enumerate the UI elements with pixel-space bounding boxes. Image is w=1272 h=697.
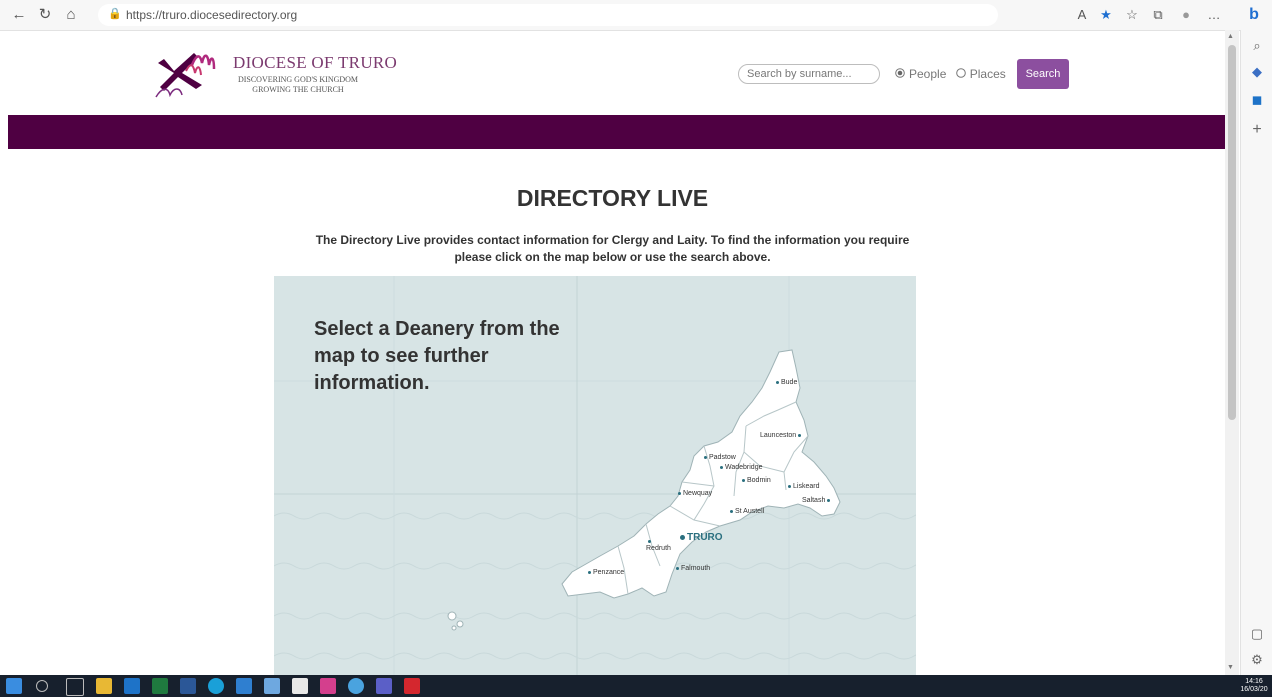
- deanery-newquay[interactable]: Newquay: [676, 490, 712, 497]
- diocese-logo-icon[interactable]: [152, 43, 222, 103]
- lock-icon: 🔒: [108, 8, 122, 20]
- sidebar-search-icon[interactable]: ⌕: [1247, 36, 1267, 56]
- outlook-app-icon[interactable]: [124, 678, 140, 694]
- url-text: https://truro.diocesedirectory.org: [126, 8, 298, 22]
- read-aloud-icon[interactable]: A: [1072, 5, 1092, 25]
- edge-icon[interactable]: [208, 678, 224, 694]
- search-type-radios: People Places: [895, 66, 1012, 82]
- deanery-bodmin[interactable]: Bodmin: [740, 477, 771, 484]
- add-sidebar-icon[interactable]: +: [1247, 120, 1267, 140]
- internet-explorer-icon[interactable]: [348, 678, 364, 694]
- people-radio-label: People: [909, 66, 947, 81]
- home-icon[interactable]: ⌂: [60, 4, 82, 26]
- panel-icon[interactable]: ▢: [1247, 624, 1267, 644]
- notepad-icon[interactable]: [292, 678, 308, 694]
- people-radio[interactable]: [895, 68, 905, 78]
- deanery-bude[interactable]: Bude: [774, 379, 797, 386]
- teams-icon[interactable]: [376, 678, 392, 694]
- bing-icon[interactable]: b: [1244, 5, 1264, 25]
- scroll-up-icon[interactable]: ▲: [1227, 33, 1234, 40]
- windows-taskbar: 14:16 16/03/20: [0, 675, 1272, 697]
- app-icon-2[interactable]: [320, 678, 336, 694]
- page-viewport: DIOCESE OF TRURO DISCOVERING GOD'S KINGD…: [0, 31, 1225, 675]
- outlook-icon[interactable]: ◼: [1247, 90, 1267, 110]
- search-icon[interactable]: [36, 680, 48, 692]
- acrobat-icon[interactable]: [404, 678, 420, 694]
- deanery-redruth[interactable]: Redruth: [646, 538, 671, 552]
- windows-start-icon[interactable]: [6, 678, 22, 694]
- page-title: DIRECTORY LIVE: [516, 185, 709, 211]
- deanery-st-austell[interactable]: St Austell: [728, 508, 764, 515]
- page-scrollbar[interactable]: ▲ ▼: [1225, 30, 1239, 675]
- logo-title[interactable]: DIOCESE OF TRURO: [233, 53, 397, 73]
- site-header: DIOCESE OF TRURO DISCOVERING GOD'S KINGD…: [0, 31, 1225, 115]
- file-explorer-icon[interactable]: [96, 678, 112, 694]
- purple-nav-band: [8, 115, 1225, 149]
- deanery-penzance[interactable]: Penzance: [586, 569, 624, 576]
- browser-toolbar: ← ↻ ⌂ 🔒 https://truro.diocesedirectory.o…: [0, 0, 1272, 31]
- scroll-down-icon[interactable]: ▼: [1227, 664, 1234, 671]
- deanery-liskeard[interactable]: Liskeard: [786, 483, 819, 490]
- collections-icon[interactable]: ⧉: [1148, 5, 1168, 25]
- intro-text: The Directory Live provides contact info…: [315, 233, 910, 264]
- word-icon[interactable]: [180, 678, 196, 694]
- store-icon[interactable]: [236, 678, 252, 694]
- edge-sidebar: ⌕ ◆ ◼ + ▢ ⚙: [1240, 30, 1272, 675]
- search-button[interactable]: Search: [1017, 59, 1069, 89]
- places-radio-label: Places: [969, 66, 1006, 81]
- deanery-wadebridge[interactable]: Wadebridge: [718, 464, 763, 471]
- logo-tagline: DISCOVERING GOD'S KINGDOM GROWING THE CH…: [237, 75, 359, 94]
- task-view-icon[interactable]: [66, 678, 84, 696]
- profile-icon[interactable]: ●: [1176, 5, 1196, 25]
- app-icon-1[interactable]: [264, 678, 280, 694]
- system-clock[interactable]: 14:16 16/03/20: [1236, 678, 1272, 694]
- deanery-map[interactable]: Select a Deanery from the map to see fur…: [274, 276, 916, 675]
- favorite-star-icon[interactable]: ★: [1096, 5, 1116, 25]
- deanery-saltash[interactable]: Saltash: [802, 497, 832, 504]
- scroll-thumb[interactable]: [1228, 45, 1236, 420]
- address-bar[interactable]: 🔒 https://truro.diocesedirectory.org: [98, 4, 998, 26]
- back-icon[interactable]: ←: [8, 4, 30, 26]
- deanery-padstow[interactable]: Padstow: [702, 454, 736, 461]
- favorites-icon[interactable]: ☆: [1122, 5, 1142, 25]
- settings-icon[interactable]: ⚙: [1247, 650, 1267, 670]
- map-heading: Select a Deanery from the map to see fur…: [314, 318, 560, 394]
- deanery-launceston[interactable]: Launceston: [760, 432, 803, 439]
- excel-icon[interactable]: [152, 678, 168, 694]
- refresh-icon[interactable]: ↻: [34, 4, 56, 26]
- deanery-truro[interactable]: TRURO: [678, 532, 723, 543]
- games-icon[interactable]: ◆: [1247, 62, 1267, 82]
- deanery-falmouth[interactable]: Falmouth: [674, 565, 710, 572]
- places-radio[interactable]: [955, 68, 966, 78]
- more-icon[interactable]: …: [1204, 5, 1224, 25]
- surname-search-input[interactable]: [738, 64, 880, 84]
